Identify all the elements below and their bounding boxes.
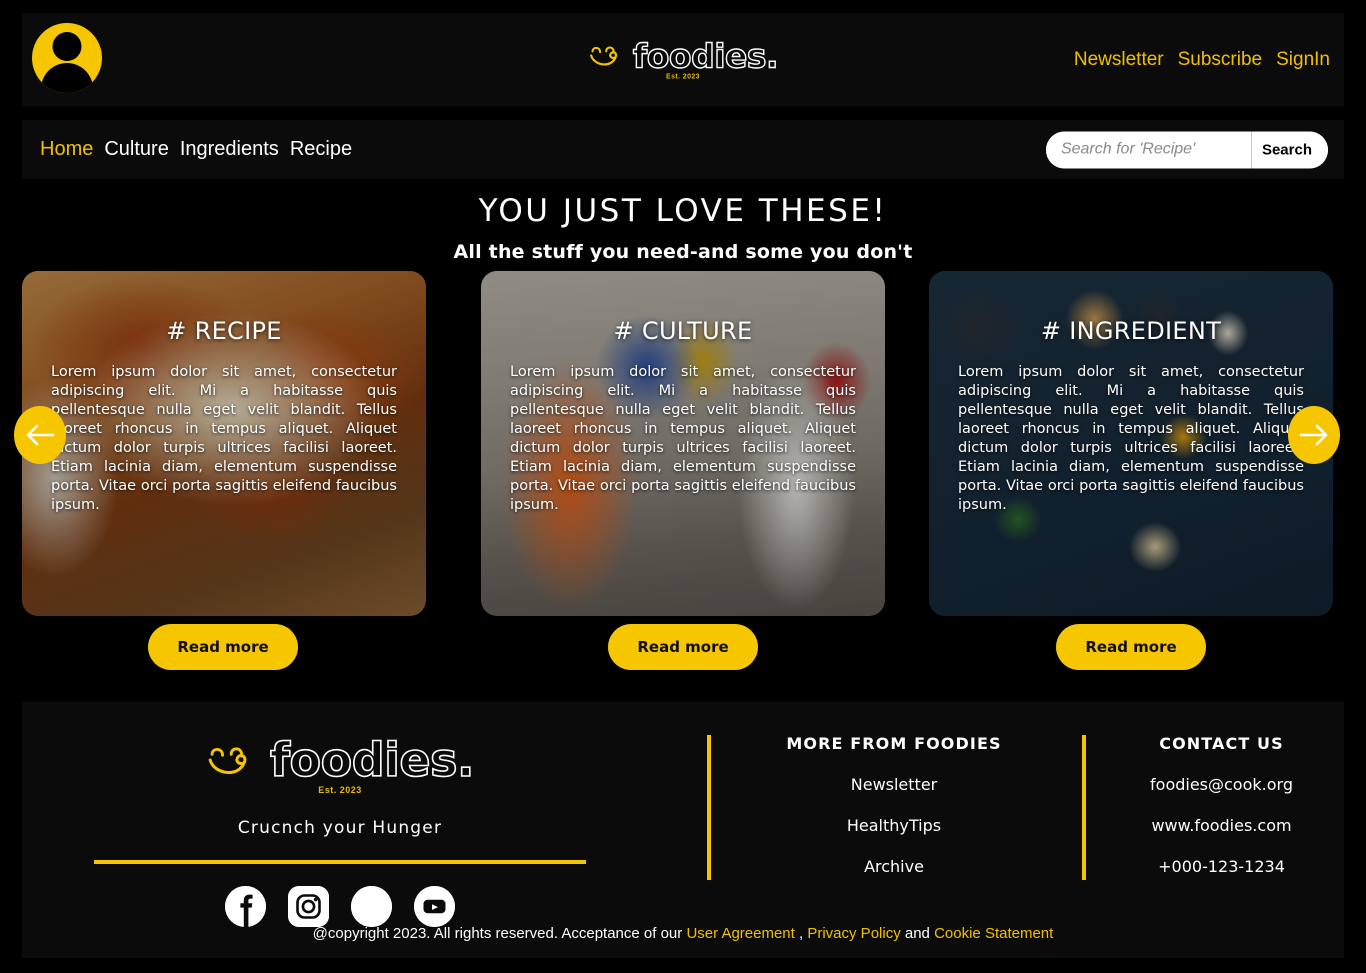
nav-item-list: Home Culture Ingredients Recipe: [40, 138, 352, 161]
carousel-next-button[interactable]: [1288, 406, 1340, 464]
card-ingredient[interactable]: # INGREDIENT Lorem ipsum dolor sit amet,…: [929, 271, 1333, 616]
header-links: Newsletter Subscribe SignIn: [1074, 49, 1330, 71]
instagram-icon[interactable]: [288, 886, 329, 927]
site-footer: foodies. Est. 2023 Crucnch your Hunger M…: [22, 702, 1344, 958]
carousel-prev-button[interactable]: [14, 406, 66, 464]
footer-column-more: MORE FROM FOODIES Newsletter HealthyTips…: [744, 734, 1044, 898]
copyright-text: @copyright 2023. All rights reserved. Ac…: [312, 925, 687, 942]
card-heading: # CULTURE: [613, 317, 753, 345]
site-logo[interactable]: foodies. Est. 2023: [588, 36, 779, 80]
footer-vertical-divider-1: [707, 735, 711, 880]
main-navbar: Home Culture Ingredients Recipe Search: [22, 120, 1344, 179]
section-title: YOU JUST LOVE THESE!: [478, 193, 888, 229]
footer-link-newsletter[interactable]: Newsletter: [851, 775, 938, 794]
footer-logo-wordmark: foodies.: [269, 733, 475, 787]
footer-divider: [94, 860, 586, 864]
link-privacy-policy[interactable]: Privacy Policy: [807, 925, 900, 942]
card-carousel: # RECIPE Lorem ipsum dolor sit amet, con…: [0, 271, 1366, 616]
nav-item-ingredients[interactable]: Ingredients: [180, 138, 279, 161]
footer-contact-email[interactable]: foodies@cook.org: [1150, 775, 1293, 794]
nav-item-recipe[interactable]: Recipe: [290, 138, 352, 161]
read-more-button-ingredient[interactable]: Read more: [1056, 624, 1206, 670]
copyright-sep-2: and: [900, 925, 935, 942]
card-body-text: Lorem ipsum dolor sit amet, consectetur …: [958, 364, 1304, 513]
copyright-line: @copyright 2023. All rights reserved. Ac…: [22, 925, 1344, 942]
footer-contact-title: CONTACT US: [1159, 734, 1284, 753]
header-link-newsletter[interactable]: Newsletter: [1074, 49, 1164, 71]
user-avatar-icon[interactable]: [32, 23, 102, 93]
footer-link-archive[interactable]: Archive: [864, 857, 924, 876]
logo-est-label: Est. 2023: [666, 73, 700, 80]
footer-contact-website[interactable]: www.foodies.com: [1151, 816, 1291, 835]
nav-item-culture[interactable]: Culture: [104, 138, 168, 161]
search-input[interactable]: [1045, 131, 1251, 168]
section-subtitle: All the stuff you need-and some you don'…: [453, 241, 913, 263]
page-root: foodies. Est. 2023 Newsletter Subscribe …: [0, 0, 1366, 973]
footer-tagline: Crucnch your Hunger: [237, 818, 443, 838]
avatar-head-shape: [52, 32, 82, 61]
footer-logo-est-label: Est. 2023: [318, 785, 362, 795]
link-cookie-statement[interactable]: Cookie Statement: [934, 925, 1053, 942]
read-more-button-culture[interactable]: Read more: [608, 624, 758, 670]
card-recipe[interactable]: # RECIPE Lorem ipsum dolor sit amet, con…: [22, 271, 426, 616]
link-user-agreement[interactable]: User Agreement: [686, 925, 799, 942]
search-bar: Search: [1045, 131, 1328, 168]
card-culture[interactable]: # CULTURE Lorem ipsum dolor sit amet, co…: [481, 271, 885, 616]
card-heading: # INGREDIENT: [1040, 317, 1222, 345]
read-more-button-recipe[interactable]: Read more: [148, 624, 298, 670]
facebook-icon[interactable]: [225, 886, 266, 927]
arrow-right-icon: [1299, 424, 1328, 446]
site-header: foodies. Est. 2023 Newsletter Subscribe …: [22, 13, 1344, 106]
smiley-swoosh-icon: [590, 46, 618, 66]
header-link-subscribe[interactable]: Subscribe: [1178, 49, 1263, 71]
linkedin-icon[interactable]: [351, 886, 392, 927]
header-link-signin[interactable]: SignIn: [1276, 49, 1330, 71]
footer-link-healthytips[interactable]: HealthyTips: [847, 816, 941, 835]
footer-contact-phone: +000-123-1234: [1158, 857, 1285, 876]
footer-brand-block: foodies. Est. 2023 Crucnch your Hunger: [80, 733, 600, 927]
footer-vertical-divider-2: [1082, 735, 1086, 880]
card-heading: # RECIPE: [166, 317, 282, 345]
arrow-left-icon: [26, 424, 55, 446]
card-body-text: Lorem ipsum dolor sit amet, consectetur …: [51, 364, 397, 513]
read-more-row: Read more Read more Read more: [0, 624, 1366, 674]
card-body-text: Lorem ipsum dolor sit amet, consectetur …: [510, 364, 856, 513]
smiley-swoosh-icon: [208, 747, 247, 774]
youtube-icon[interactable]: [414, 886, 455, 927]
logo-wordmark: foodies.: [632, 36, 779, 75]
nav-item-home[interactable]: Home: [40, 138, 93, 161]
avatar-body-shape: [41, 63, 93, 93]
footer-column-contact: CONTACT US foodies@cook.org www.foodies.…: [1114, 734, 1329, 898]
footer-more-title: MORE FROM FOODIES: [786, 734, 1002, 753]
search-button[interactable]: Search: [1250, 131, 1328, 168]
social-links: [225, 886, 455, 927]
